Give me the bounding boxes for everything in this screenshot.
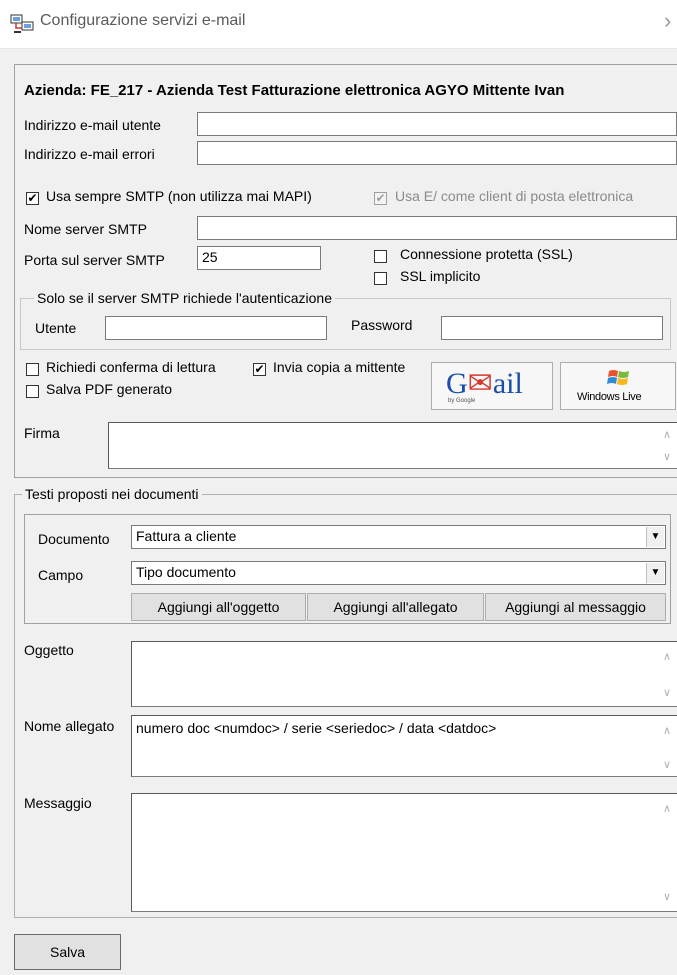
ssl-label: Connessione protetta (SSL) xyxy=(400,246,573,262)
attachment-name-value: numero doc <numdoc> / serie <seriedoc> /… xyxy=(136,720,497,736)
use-client-label: Usa E/ come client di posta elettronica xyxy=(395,188,634,204)
add-message-button[interactable]: Aggiungi al messaggio xyxy=(485,593,666,621)
save-button[interactable]: Salva xyxy=(14,934,121,970)
implicit-ssl-checkbox[interactable] xyxy=(374,272,387,285)
scroll-down-icon[interactable]: ∨ xyxy=(661,686,673,699)
document-label: Documento xyxy=(38,531,110,547)
copy-sender-checkbox[interactable]: ✔ xyxy=(253,363,266,376)
scroll-down-icon[interactable]: ∨ xyxy=(661,758,673,771)
windows-live-label: Windows Live xyxy=(577,391,642,403)
document-select-value: Fattura a cliente xyxy=(136,528,237,544)
signature-field[interactable]: ∧ ∨ xyxy=(108,422,677,469)
field-select[interactable]: Tipo documento ▼ xyxy=(131,561,666,585)
read-receipt-checkbox[interactable] xyxy=(26,363,39,376)
implicit-ssl-label: SSL implicito xyxy=(400,268,481,284)
windows-live-button[interactable]: Windows Live xyxy=(560,362,676,410)
save-pdf-checkbox[interactable] xyxy=(26,385,39,398)
read-receipt-label: Richiedi conferma di lettura xyxy=(46,359,216,375)
chevron-down-icon[interactable]: ▼ xyxy=(646,563,664,583)
gmail-button[interactable]: G✉ail by Google xyxy=(431,362,553,410)
subject-field[interactable]: ∧ ∨ xyxy=(131,641,677,707)
ssl-checkbox[interactable] xyxy=(374,250,387,263)
scroll-up-icon[interactable]: ∧ xyxy=(661,428,673,441)
scroll-up-icon[interactable]: ∧ xyxy=(661,802,673,815)
subject-label: Oggetto xyxy=(24,642,74,658)
copy-sender-label: Invia copia a mittente xyxy=(273,359,406,375)
use-client-checkbox[interactable]: ✔ xyxy=(374,192,387,205)
attachment-name-label: Nome allegato xyxy=(24,718,115,734)
add-subject-button[interactable]: Aggiungi all'oggetto xyxy=(131,593,306,621)
scroll-down-icon[interactable]: ∨ xyxy=(661,450,673,463)
signature-label: Firma xyxy=(24,425,60,441)
windows-logo-icon xyxy=(607,367,631,389)
attachment-name-field[interactable]: numero doc <numdoc> / serie <seriedoc> /… xyxy=(131,715,677,777)
gmail-logo: G✉ail xyxy=(446,367,523,400)
smtp-server-label: Nome server SMTP xyxy=(24,221,147,237)
auth-password-field[interactable] xyxy=(441,316,663,340)
save-pdf-label: Salva PDF generato xyxy=(46,381,173,397)
auth-user-label: Utente xyxy=(35,320,77,336)
field-select-value: Tipo documento xyxy=(136,564,236,580)
scroll-up-icon[interactable]: ∧ xyxy=(661,724,673,737)
texts-legend: Testi proposti nei documenti xyxy=(22,486,202,502)
smtp-server-field[interactable] xyxy=(197,216,677,240)
window-title: Configurazione servizi e-mail xyxy=(40,12,246,29)
chevron-right-icon[interactable]: › xyxy=(664,8,671,34)
scroll-down-icon[interactable]: ∨ xyxy=(661,890,673,903)
error-email-label: Indirizzo e-mail errori xyxy=(24,146,155,162)
company-header: Azienda: FE_217 - Azienda Test Fatturazi… xyxy=(24,82,565,99)
smtp-port-label: Porta sul server SMTP xyxy=(24,252,165,268)
add-attachment-button[interactable]: Aggiungi all'allegato xyxy=(307,593,484,621)
user-email-field[interactable] xyxy=(197,112,677,136)
auth-legend: Solo se il server SMTP richiede l'autent… xyxy=(34,290,335,306)
message-field[interactable]: ∧ ∨ xyxy=(131,793,677,912)
computer-network-icon xyxy=(10,12,34,36)
chevron-down-icon[interactable]: ▼ xyxy=(646,527,664,547)
error-email-field[interactable] xyxy=(197,141,677,165)
user-email-label: Indirizzo e-mail utente xyxy=(24,117,161,133)
auth-password-label: Password xyxy=(351,317,413,333)
smtp-port-field[interactable]: 25 xyxy=(197,246,321,270)
message-label: Messaggio xyxy=(24,795,92,811)
auth-user-field[interactable] xyxy=(105,316,327,340)
gmail-by-google: by Google xyxy=(448,398,476,404)
field-label: Campo xyxy=(38,567,84,583)
scroll-up-icon[interactable]: ∧ xyxy=(661,650,673,663)
always-smtp-checkbox[interactable]: ✔ xyxy=(26,192,39,205)
always-smtp-label: Usa sempre SMTP (non utilizza mai MAPI) xyxy=(46,188,312,204)
document-select[interactable]: Fattura a cliente ▼ xyxy=(131,525,666,549)
